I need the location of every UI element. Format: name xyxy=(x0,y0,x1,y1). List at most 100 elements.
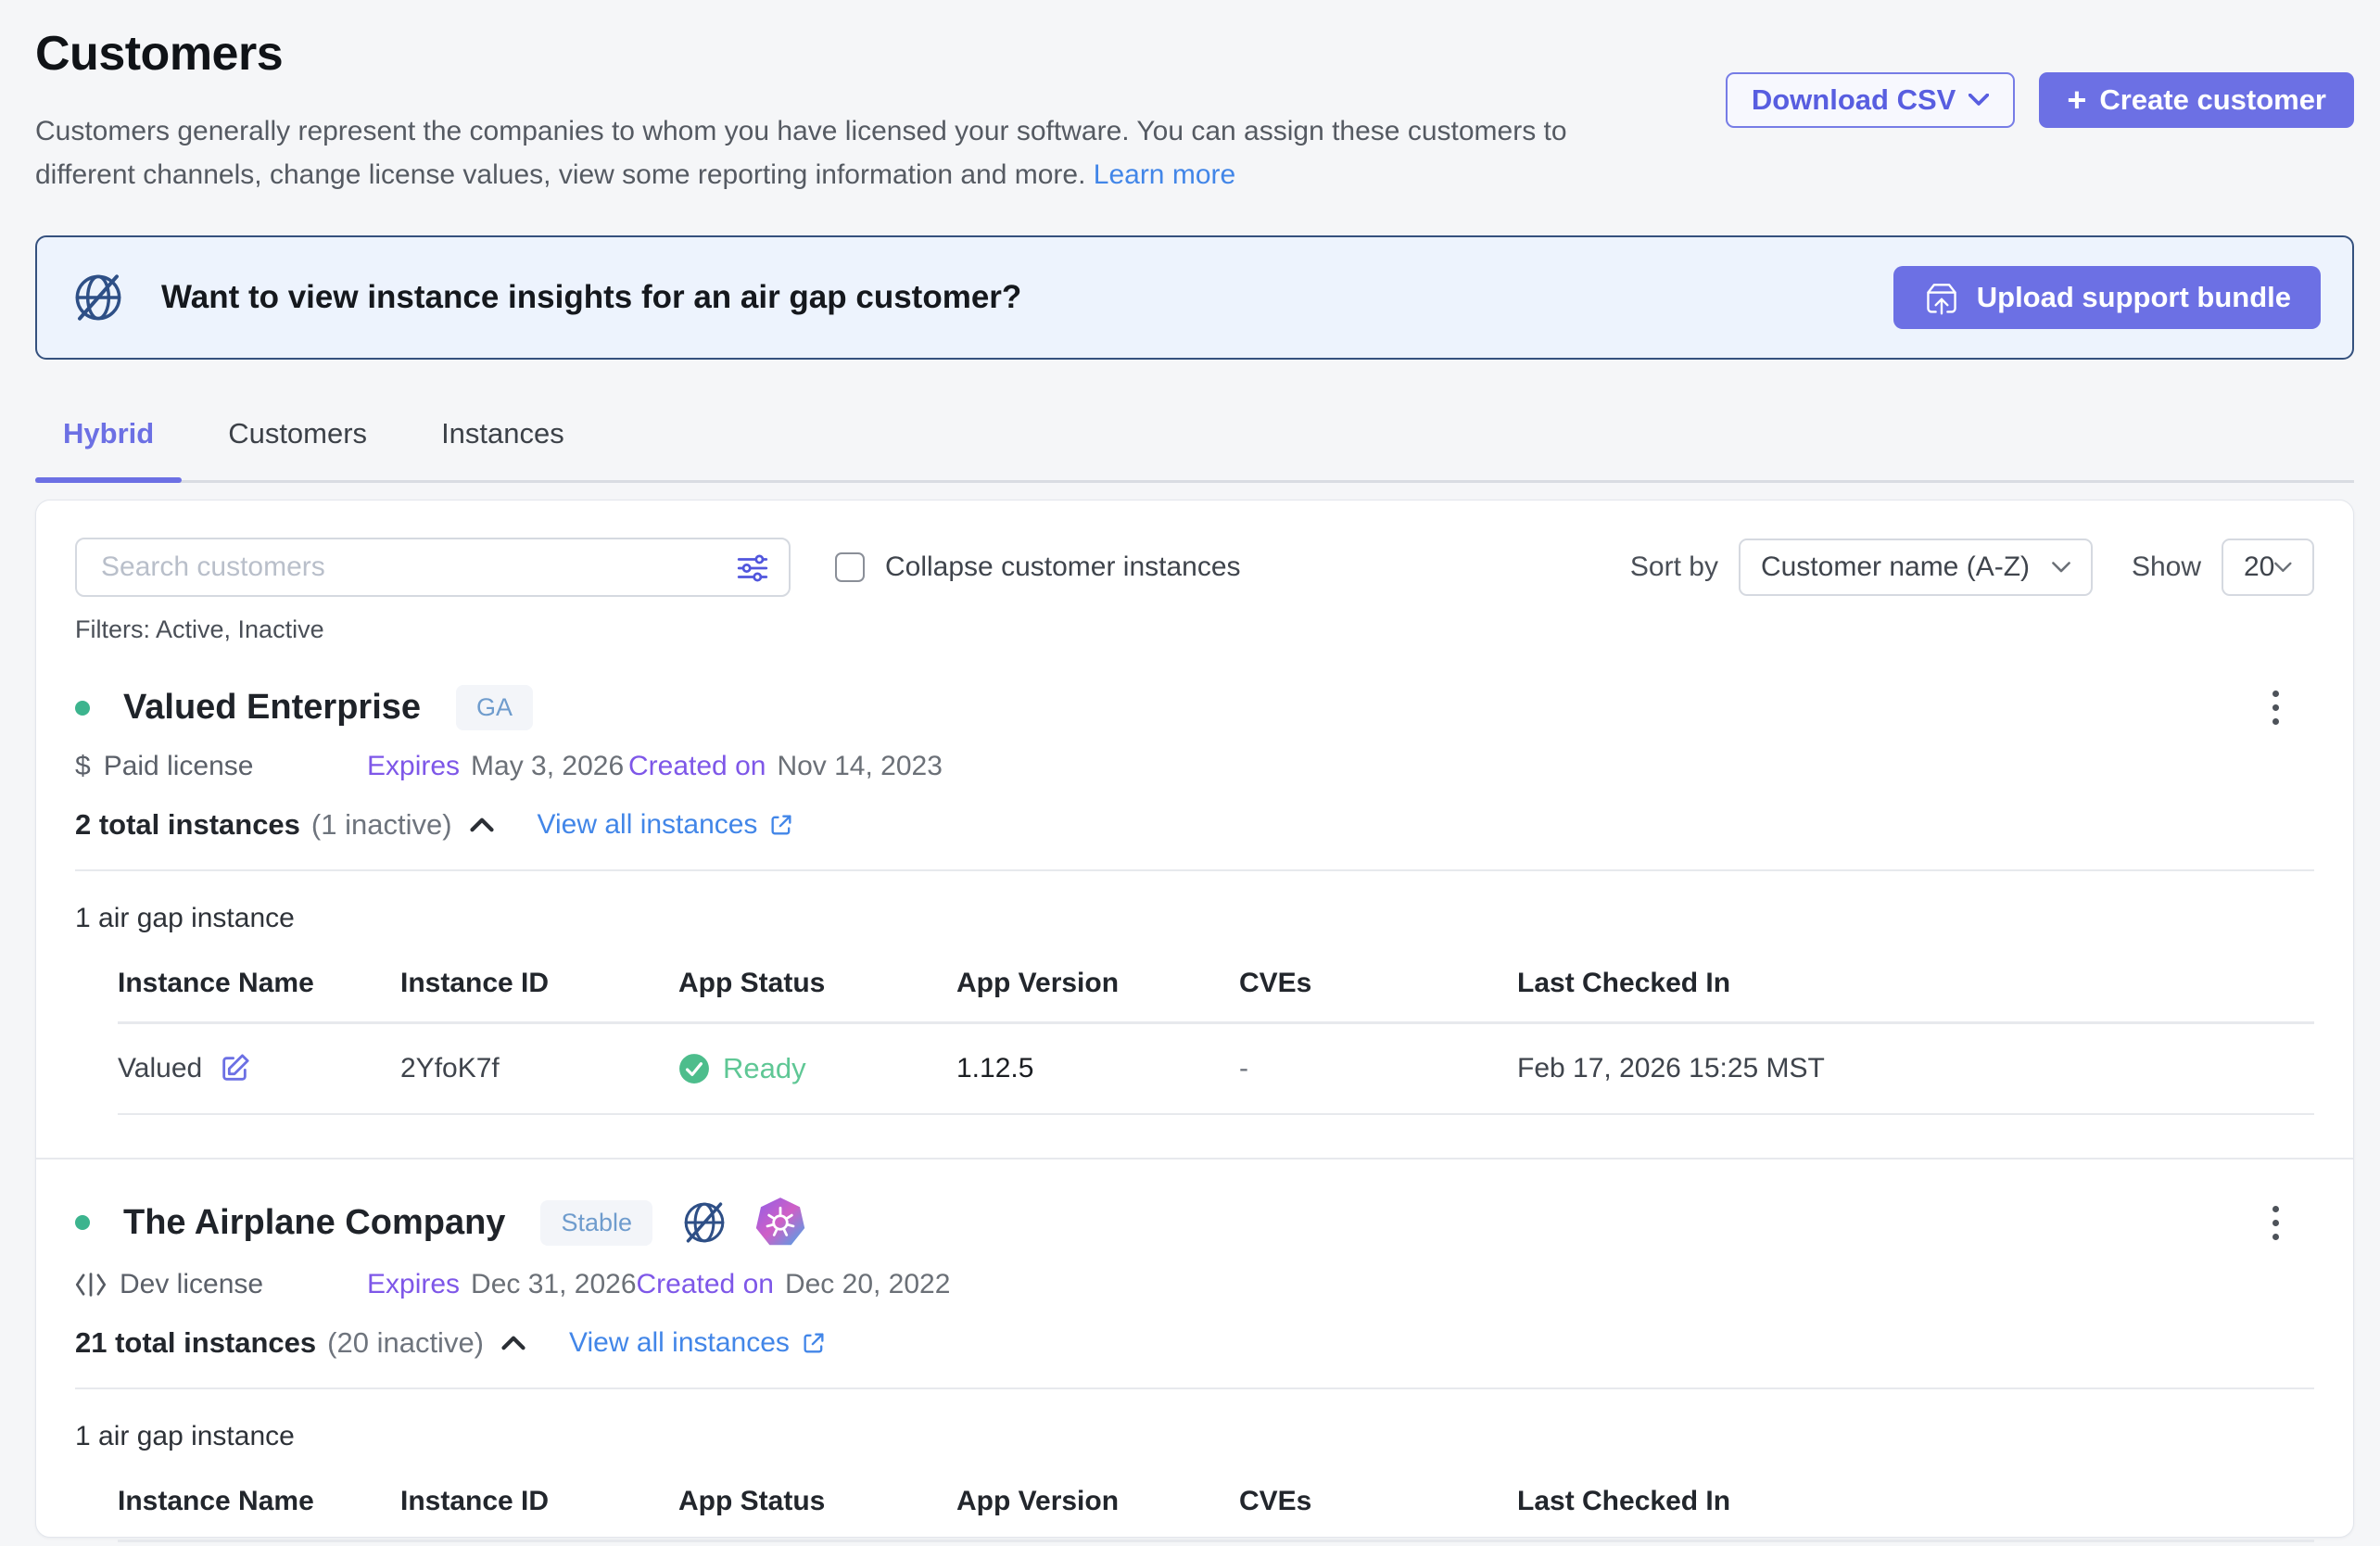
total-instances-text: 21 total instances xyxy=(75,1326,316,1360)
customer-block: Valued Enterprise GA $ Paid license Expi… xyxy=(75,685,2314,1115)
active-status-dot xyxy=(75,701,90,716)
col-instance-name: Instance Name xyxy=(118,1486,400,1517)
channel-badge: GA xyxy=(456,685,533,730)
inactive-instances-text: (20 inactive) xyxy=(327,1326,484,1360)
instances-summary-row: 21 total instances (20 inactive) View al… xyxy=(75,1326,2314,1360)
inactive-instances-text: (1 inactive) xyxy=(311,808,452,842)
license-type: $ Paid license xyxy=(75,751,367,782)
license-type: Dev license xyxy=(75,1269,367,1300)
check-circle-icon xyxy=(678,1053,710,1084)
tab-bar: Hybrid Customers Instances xyxy=(35,417,2354,483)
instances-table: Instance Name Instance ID App Status App… xyxy=(118,968,2314,1115)
created-date: Dec 20, 2022 xyxy=(785,1269,950,1300)
collapse-instances-label: Collapse customer instances xyxy=(885,551,1241,583)
customer-menu-button[interactable] xyxy=(2267,1200,2285,1246)
tab-hybrid[interactable]: Hybrid xyxy=(35,417,182,480)
app-status-text: Ready xyxy=(723,1052,806,1085)
col-instance-name: Instance Name xyxy=(118,968,400,999)
external-link-icon xyxy=(801,1330,827,1356)
collapse-instances-control: Collapse customer instances xyxy=(835,551,1241,583)
collapse-instances-toggle[interactable] xyxy=(500,1335,526,1351)
edit-icon[interactable] xyxy=(219,1053,250,1084)
cves-value: - xyxy=(1239,1053,1517,1084)
created-on-label: Created on xyxy=(628,751,766,782)
customer-header: Valued Enterprise GA xyxy=(75,685,2314,730)
col-instance-id: Instance ID xyxy=(400,968,678,999)
license-type-label: Dev license xyxy=(120,1269,263,1300)
instance-id: 2YfoK7f xyxy=(400,1053,678,1084)
total-instances-text: 2 total instances xyxy=(75,808,300,842)
paid-license-icon: $ xyxy=(75,751,91,782)
upload-icon xyxy=(1923,279,1960,316)
col-app-status: App Status xyxy=(678,968,956,999)
search-input[interactable] xyxy=(75,538,791,597)
col-cves: CVEs xyxy=(1239,968,1517,999)
chevron-up-icon xyxy=(500,1335,526,1351)
instances-summary-row: 2 total instances (1 inactive) View all … xyxy=(75,808,2314,842)
customer-divider xyxy=(36,1158,2353,1160)
banner-title: Want to view instance insights for an ai… xyxy=(161,279,1893,316)
app-version: 1.12.5 xyxy=(956,1053,1239,1084)
sort-select-value: Customer name (A-Z) xyxy=(1761,551,2030,583)
show-select[interactable]: 20 xyxy=(2222,539,2314,596)
filter-sliders-icon[interactable] xyxy=(735,551,770,586)
customer-name[interactable]: The Airplane Company xyxy=(123,1203,505,1243)
sort-select[interactable]: Customer name (A-Z) xyxy=(1739,539,2093,596)
table-header-row: Instance Name Instance ID App Status App… xyxy=(118,968,2314,1024)
expires-label: Expires xyxy=(367,751,460,782)
external-link-icon xyxy=(768,812,794,838)
active-filters-text: Filters: Active, Inactive xyxy=(75,615,2314,644)
col-cves: CVEs xyxy=(1239,1486,1517,1517)
description-text: Customers generally represent the compan… xyxy=(35,116,1567,190)
customer-type-icons xyxy=(678,1197,806,1248)
upload-button-label: Upload support bundle xyxy=(1977,281,2291,314)
created-on-label: Created on xyxy=(637,1269,774,1300)
section-divider xyxy=(75,869,2314,871)
chevron-up-icon xyxy=(469,817,495,833)
airgap-banner: Want to view instance insights for an ai… xyxy=(35,235,2354,360)
tab-customers[interactable]: Customers xyxy=(200,417,395,480)
learn-more-link[interactable]: Learn more xyxy=(1094,159,1235,190)
collapse-instances-toggle[interactable] xyxy=(469,817,495,833)
customer-block: The Airplane Company Stable xyxy=(75,1197,2314,1542)
view-all-instances-label: View all instances xyxy=(538,809,758,841)
last-checked-in: Feb 17, 2026 15:25 MST xyxy=(1517,1053,2314,1084)
license-row: $ Paid license Expires May 3, 2026 Creat… xyxy=(75,751,2314,782)
active-status-dot xyxy=(75,1215,90,1230)
license-row: Dev license Expires Dec 31, 2026 Created… xyxy=(75,1269,2314,1300)
show-select-value: 20 xyxy=(2244,551,2274,583)
tab-instances[interactable]: Instances xyxy=(413,417,592,480)
view-all-instances-link[interactable]: View all instances xyxy=(538,809,795,841)
created-info: Created on Nov 14, 2023 xyxy=(628,751,943,782)
collapse-instances-checkbox[interactable] xyxy=(835,552,865,582)
header-text: Customers Customers generally represent … xyxy=(35,26,1652,196)
col-instance-id: Instance ID xyxy=(400,1486,678,1517)
airgap-globe-icon xyxy=(69,268,128,327)
upload-support-bundle-button[interactable]: Upload support bundle xyxy=(1893,266,2321,329)
airgap-instances-heading: 1 air gap instance xyxy=(75,1421,2314,1452)
col-app-status: App Status xyxy=(678,1486,956,1517)
sort-by-label: Sort by xyxy=(1630,551,1718,583)
customer-menu-button[interactable] xyxy=(2267,685,2285,730)
expires-date: May 3, 2026 xyxy=(471,751,624,782)
col-app-version: App Version xyxy=(956,968,1239,999)
page-description: Customers generally represent the compan… xyxy=(35,109,1652,196)
instance-name: Valued xyxy=(118,1053,202,1084)
created-info: Created on Dec 20, 2022 xyxy=(637,1269,951,1300)
table-header-row: Instance Name Instance ID App Status App… xyxy=(118,1486,2314,1542)
expires-info: Expires May 3, 2026 xyxy=(367,751,628,782)
create-customer-button[interactable]: + Create customer xyxy=(2039,72,2354,128)
col-last-checked-in: Last Checked In xyxy=(1517,968,2314,999)
sort-controls: Sort by Customer name (A-Z) Show 20 xyxy=(1630,539,2314,596)
show-label: Show xyxy=(2132,551,2201,583)
dev-license-icon xyxy=(75,1272,107,1298)
channel-badge: Stable xyxy=(540,1200,652,1246)
customer-name[interactable]: Valued Enterprise xyxy=(123,688,421,728)
expires-info: Expires Dec 31, 2026 xyxy=(367,1269,637,1300)
download-csv-label: Download CSV xyxy=(1752,83,1956,117)
create-customer-label: Create customer xyxy=(2099,83,2326,117)
expires-label: Expires xyxy=(367,1269,460,1300)
view-all-instances-link[interactable]: View all instances xyxy=(569,1327,827,1359)
customer-header: The Airplane Company Stable xyxy=(75,1197,2314,1248)
download-csv-button[interactable]: Download CSV xyxy=(1726,72,2015,128)
